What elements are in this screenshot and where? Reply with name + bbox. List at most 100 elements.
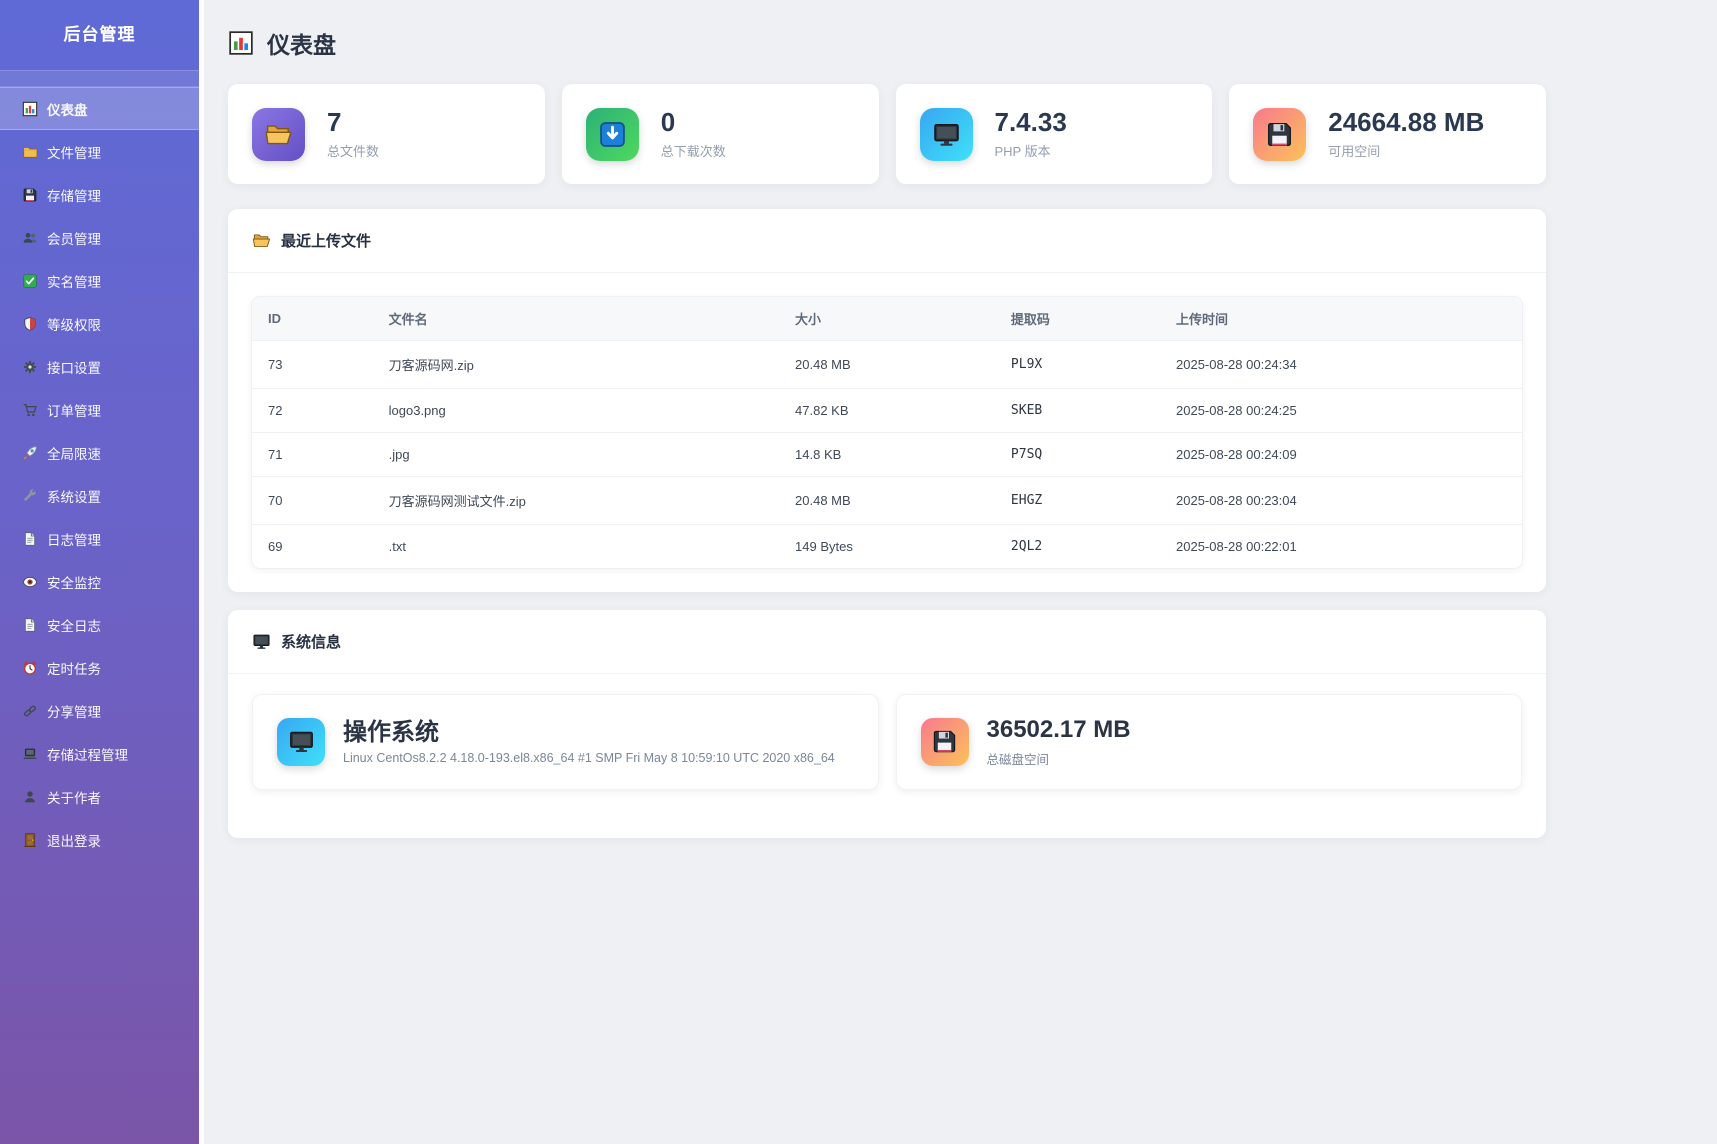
bar-chart-icon [22, 101, 38, 117]
table-row: 72 logo3.png 47.82 KB SKEB 2025-08-28 00… [252, 389, 1522, 433]
cell-filename: .jpg [373, 433, 779, 477]
sidebar-item-label: 仪表盘 [47, 99, 88, 119]
sidebar: 后台管理 仪表盘 文件管理 存储管理 会员管理 实名管理 [0, 0, 204, 1144]
stat-label: 总下载次数 [661, 141, 726, 160]
cell-code: P7SQ [995, 433, 1160, 477]
cell-size: 14.8 KB [779, 433, 995, 477]
sidebar-item-security-log[interactable]: 安全日志 [0, 603, 199, 646]
stat-label: 总文件数 [327, 141, 379, 160]
cell-code: EHGZ [995, 477, 1160, 525]
sidebar-item-label: 系统设置 [47, 486, 101, 506]
sidebar-item-log-management[interactable]: 日志管理 [0, 517, 199, 560]
cell-filename: logo3.png [373, 389, 779, 433]
sidebar-item-file-management[interactable]: 文件管理 [0, 130, 199, 173]
app-root: 后台管理 仪表盘 文件管理 存储管理 会员管理 实名管理 [0, 0, 1717, 1144]
sidebar-item-system-settings[interactable]: 系统设置 [0, 474, 199, 517]
sidebar-item-label: 日志管理 [47, 529, 101, 549]
page-title: 仪表盘 [267, 26, 336, 60]
sidebar-item-label: 订单管理 [47, 400, 101, 420]
page-header: 仪表盘 [228, 26, 1546, 60]
sidebar-item-label: 定时任务 [47, 658, 101, 678]
check-box-icon [22, 273, 38, 289]
os-title: 操作系统 [343, 719, 835, 747]
column-header-filename: 文件名 [373, 297, 779, 341]
table-row: 73 刀客源码网.zip 20.48 MB PL9X 2025-08-28 00… [252, 341, 1522, 389]
gear-icon [22, 359, 38, 375]
stat-label: PHP 版本 [995, 141, 1067, 160]
sidebar-item-stored-procedure-management[interactable]: 存储过程管理 [0, 732, 199, 775]
document-icon [22, 531, 38, 547]
table-header-row: ID 文件名 大小 提取码 上传时间 [252, 297, 1522, 341]
disk-total-label: 总磁盘空间 [987, 749, 1131, 768]
disk-info-card: 36502.17 MB 总磁盘空间 [896, 694, 1523, 790]
cell-code: 2QL2 [995, 525, 1160, 569]
download-icon [586, 108, 639, 161]
recent-files-header: 最近上传文件 [228, 209, 1546, 273]
cell-id: 72 [252, 389, 373, 433]
bar-chart-icon [228, 30, 254, 56]
sidebar-item-realname-management[interactable]: 实名管理 [0, 259, 199, 302]
cell-code: SKEB [995, 389, 1160, 433]
sidebar-menu: 仪表盘 文件管理 存储管理 会员管理 实名管理 等级权限 [0, 87, 199, 861]
alarm-clock-icon [22, 660, 38, 676]
person-icon [22, 789, 38, 805]
cell-id: 71 [252, 433, 373, 477]
os-detail: Linux CentOs8.2.2 4.18.0-193.el8.x86_64 … [343, 751, 835, 765]
sidebar-item-label: 存储管理 [47, 185, 101, 205]
cell-upload-time: 2025-08-28 00:22:01 [1160, 525, 1522, 569]
table-row: 70 刀客源码网测试文件.zip 20.48 MB EHGZ 2025-08-2… [252, 477, 1522, 525]
sidebar-item-logout[interactable]: 退出登录 [0, 818, 199, 861]
sidebar-item-label: 会员管理 [47, 228, 101, 248]
monitor-icon [252, 632, 271, 651]
cell-size: 149 Bytes [779, 525, 995, 569]
main-content: 仪表盘 7 总文件数 0 总下载次数 [204, 0, 1717, 1144]
wrench-icon [22, 488, 38, 504]
stat-label: 可用空间 [1328, 141, 1484, 160]
app-title: 后台管理 [0, 0, 199, 70]
cell-upload-time: 2025-08-28 00:24:25 [1160, 389, 1522, 433]
cell-filename: .txt [373, 525, 779, 569]
sidebar-item-label: 存储过程管理 [47, 744, 128, 764]
sidebar-item-member-management[interactable]: 会员管理 [0, 216, 199, 259]
stat-card-total-downloads: 0 总下载次数 [562, 84, 879, 184]
sidebar-item-label: 文件管理 [47, 142, 101, 162]
sidebar-item-about-author[interactable]: 关于作者 [0, 775, 199, 818]
stat-card-free-space: 24664.88 MB 可用空间 [1229, 84, 1546, 184]
cell-upload-time: 2025-08-28 00:23:04 [1160, 477, 1522, 525]
floppy-disk-icon [921, 718, 969, 766]
table-row: 69 .txt 149 Bytes 2QL2 2025-08-28 00:22:… [252, 525, 1522, 569]
sidebar-item-label: 关于作者 [47, 787, 101, 807]
os-info-card: 操作系统 Linux CentOs8.2.2 4.18.0-193.el8.x8… [252, 694, 879, 790]
sidebar-item-api-settings[interactable]: 接口设置 [0, 345, 199, 388]
system-info-card: 系统信息 操作系统 Linux CentOs8.2.2 4.18.0-193.e… [228, 610, 1546, 838]
sidebar-item-security-monitoring[interactable]: 安全监控 [0, 560, 199, 603]
sidebar-item-label: 安全监控 [47, 572, 101, 592]
cell-upload-time: 2025-08-28 00:24:34 [1160, 341, 1522, 389]
floppy-disk-icon [1253, 108, 1306, 161]
sidebar-item-scheduled-tasks[interactable]: 定时任务 [0, 646, 199, 689]
stat-value: 7 [327, 108, 379, 137]
monitor-icon [277, 718, 325, 766]
cell-size: 47.82 KB [779, 389, 995, 433]
eye-icon [22, 574, 38, 590]
sidebar-item-level-permissions[interactable]: 等级权限 [0, 302, 199, 345]
column-header-size: 大小 [779, 297, 995, 341]
sidebar-item-label: 退出登录 [47, 830, 101, 850]
sidebar-item-storage-management[interactable]: 存储管理 [0, 173, 199, 216]
recent-files-card: 最近上传文件 ID 文件名 大小 提取码 上传时间 [228, 209, 1546, 592]
column-header-code: 提取码 [995, 297, 1160, 341]
sidebar-item-label: 实名管理 [47, 271, 101, 291]
sidebar-item-share-management[interactable]: 分享管理 [0, 689, 199, 732]
sidebar-item-dashboard[interactable]: 仪表盘 [0, 87, 199, 130]
section-title: 系统信息 [281, 631, 341, 652]
cell-filename: 刀客源码网.zip [373, 341, 779, 389]
cell-id: 70 [252, 477, 373, 525]
folder-icon [22, 144, 38, 160]
section-title: 最近上传文件 [281, 230, 371, 251]
cell-code: PL9X [995, 341, 1160, 389]
stat-value: 7.4.33 [995, 108, 1067, 137]
sidebar-item-order-management[interactable]: 订单管理 [0, 388, 199, 431]
sidebar-item-global-rate-limit[interactable]: 全局限速 [0, 431, 199, 474]
laptop-icon [22, 746, 38, 762]
open-folder-icon [252, 108, 305, 161]
